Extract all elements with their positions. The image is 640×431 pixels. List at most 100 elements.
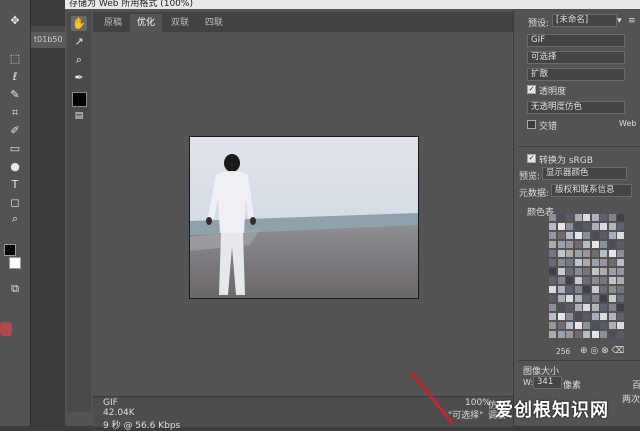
move-tool-icon[interactable]: ✥ (7, 14, 23, 28)
color-swatch[interactable] (600, 313, 607, 320)
color-swatch[interactable] (549, 313, 556, 320)
color-swatch[interactable] (557, 313, 565, 320)
color-swatch[interactable] (617, 214, 624, 221)
color-swatch[interactable] (617, 223, 624, 230)
color-swatch[interactable] (557, 304, 565, 311)
color-swatch[interactable] (574, 295, 582, 302)
color-swatch[interactable] (574, 214, 582, 221)
color-swatch[interactable] (600, 331, 607, 338)
color-swatch[interactable] (574, 241, 582, 248)
color-swatch[interactable] (591, 322, 599, 329)
color-swatch[interactable] (591, 277, 599, 284)
color-swatch[interactable] (557, 241, 565, 248)
color-swatch[interactable] (600, 223, 607, 230)
color-swatch[interactable] (549, 250, 556, 257)
color-swatch[interactable] (566, 286, 573, 293)
color-swatch[interactable] (617, 241, 624, 248)
color-swatch[interactable] (557, 268, 565, 275)
color-swatch[interactable] (557, 322, 565, 329)
color-swatch[interactable] (600, 268, 607, 275)
color-swatch[interactable] (574, 331, 582, 338)
color-swatch[interactable] (557, 259, 565, 266)
color-swatch[interactable] (591, 313, 599, 320)
foreground-color-swatch[interactable] (4, 244, 16, 256)
marquee-tool-icon[interactable]: ⬚ (7, 52, 23, 66)
chevron-down-icon[interactable]: ▾ (617, 16, 622, 26)
format-select[interactable]: GIF (527, 34, 625, 47)
color-swatch[interactable] (600, 259, 607, 266)
tab-2up[interactable]: 双联 (164, 14, 196, 32)
color-table-icons[interactable]: ⊕ ◎ ⊗ ⌫ (580, 346, 624, 356)
eyedropper-color-icon[interactable] (72, 92, 87, 107)
color-swatch[interactable] (600, 214, 607, 221)
color-swatch[interactable] (591, 241, 599, 248)
eraser-tool-icon[interactable]: ▭ (7, 142, 23, 156)
menu-icon[interactable]: ≡ (628, 16, 636, 26)
width-input[interactable]: 341 (533, 376, 562, 389)
type-tool-icon[interactable]: T (7, 178, 23, 192)
color-swatch[interactable] (574, 232, 582, 239)
color-swatch[interactable] (591, 223, 599, 230)
color-swatch[interactable] (583, 295, 590, 302)
transparency-checkbox[interactable]: ✓ (527, 85, 536, 94)
hand-icon[interactable]: ✋ (71, 16, 87, 31)
color-swatch[interactable] (608, 232, 616, 239)
color-swatch[interactable] (574, 304, 582, 311)
zoom-icon[interactable]: ⌕ (71, 52, 87, 67)
color-swatch[interactable] (583, 277, 590, 284)
color-swatch[interactable] (608, 268, 616, 275)
crop-tool-icon[interactable]: ⌗ (7, 106, 23, 120)
color-swatch[interactable] (583, 259, 590, 266)
background-color-swatch[interactable] (9, 257, 21, 269)
color-swatch[interactable] (566, 331, 573, 338)
color-swatch[interactable] (574, 286, 582, 293)
color-reduction-select[interactable]: 可选择 (527, 51, 625, 64)
color-swatch[interactable] (608, 322, 616, 329)
color-swatch[interactable] (583, 286, 590, 293)
color-swatch[interactable] (574, 259, 582, 266)
lasso-tool-icon[interactable]: ℓ (7, 70, 23, 84)
color-swatch[interactable] (549, 232, 556, 239)
color-swatch[interactable] (617, 286, 624, 293)
shape-tool-icon[interactable]: ◻ (7, 196, 23, 210)
color-swatch[interactable] (566, 214, 573, 221)
color-swatch[interactable] (591, 286, 599, 293)
color-swatch[interactable] (608, 241, 616, 248)
color-swatch[interactable] (549, 277, 556, 284)
color-swatch[interactable] (608, 259, 616, 266)
color-swatch[interactable] (549, 295, 556, 302)
color-swatch[interactable] (608, 250, 616, 257)
color-swatch[interactable] (600, 286, 607, 293)
tab-original[interactable]: 原稿 (97, 14, 129, 32)
color-swatch[interactable] (566, 295, 573, 302)
color-swatch[interactable] (617, 331, 624, 338)
color-swatch[interactable] (574, 223, 582, 230)
color-swatch[interactable] (549, 304, 556, 311)
color-swatch[interactable] (608, 214, 616, 221)
color-swatch[interactable] (600, 295, 607, 302)
color-swatch[interactable] (591, 250, 599, 257)
color-swatch[interactable] (583, 331, 590, 338)
color-swatch[interactable] (591, 214, 599, 221)
color-swatch[interactable] (574, 313, 582, 320)
color-swatch[interactable] (608, 286, 616, 293)
color-swatch[interactable] (557, 223, 565, 230)
color-swatch[interactable] (549, 214, 556, 221)
color-swatch[interactable] (591, 232, 599, 239)
interlaced-checkbox[interactable] (527, 120, 536, 129)
color-swatch[interactable] (617, 313, 624, 320)
color-swatch[interactable] (566, 277, 573, 284)
color-swatch[interactable] (583, 304, 590, 311)
color-swatch[interactable] (549, 286, 556, 293)
color-swatch[interactable] (566, 250, 573, 257)
color-swatch[interactable] (549, 259, 556, 266)
color-swatch[interactable] (549, 268, 556, 275)
color-swatch[interactable] (608, 331, 616, 338)
eyedropper-icon[interactable]: ✒ (71, 70, 87, 85)
zoom-tool-icon[interactable]: ⌕ (7, 212, 23, 226)
color-swatch[interactable] (617, 322, 624, 329)
color-swatch[interactable] (583, 268, 590, 275)
color-swatch[interactable] (600, 277, 607, 284)
tab-4up[interactable]: 四联 (198, 14, 230, 32)
color-swatch[interactable] (566, 304, 573, 311)
